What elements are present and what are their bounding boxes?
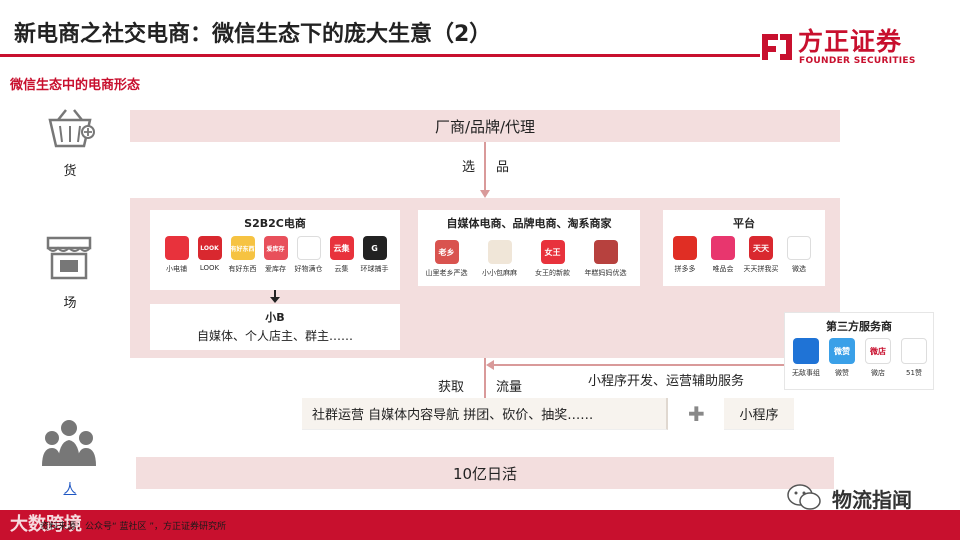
traffic-label: 流量 — [496, 380, 523, 395]
app-logo-icon: LOOK — [197, 236, 222, 260]
app-label: 拼多多 — [674, 265, 696, 273]
app-item: 51赞 — [896, 338, 932, 378]
app-logo-icon: 有好东西 — [230, 236, 255, 260]
dau-band: 10亿日活 — [136, 457, 834, 489]
third-party-title: 第三方服务商 — [826, 320, 892, 333]
founder-logo-icon — [762, 34, 792, 60]
people-icon — [42, 420, 96, 466]
s2b2c-app-list: 小电铺 LOOK LOOK 有好东西 有好东西 爱库存 爱库存 好物满仓 云集 云集 G 环球捕手 — [160, 236, 400, 286]
app-item: 爱库存 爱库存 — [259, 236, 292, 274]
app-logo-icon — [296, 236, 321, 260]
app-logo-icon: 云集 — [329, 236, 354, 260]
app-label: 小小包麻麻 — [482, 269, 517, 277]
platform-app-list: 拼多多 唯品会 天天 天天拼我买 微选 — [666, 236, 826, 284]
s2b2c-title: S2B2C电商 — [244, 217, 306, 230]
service-arrow-line — [492, 364, 784, 366]
small-b-title: 小B — [265, 311, 285, 324]
app-logo-icon — [901, 338, 927, 364]
section-subtitle: 微信生态中的电商形态 — [10, 78, 141, 93]
app-item: 老乡 山里老乡严选 — [420, 240, 473, 278]
app-logo-icon — [164, 236, 189, 260]
app-item: 好物满仓 — [292, 236, 325, 274]
app-item: 小电铺 — [160, 236, 193, 274]
acquire-label: 获取 — [438, 380, 465, 395]
third-party-app-list: 无敌事组 微赞 微赞 微店 微店 51赞 — [788, 338, 934, 388]
app-label: 环球捕手 — [360, 265, 389, 273]
app-item: 无敌事组 — [788, 338, 824, 378]
app-item: LOOK LOOK — [193, 236, 226, 272]
logo-text-cn: 方正证券 — [798, 27, 903, 56]
app-item: 微选 — [780, 236, 818, 274]
goods-label: 货 — [63, 164, 77, 179]
app-logo-icon: 爱库存 — [263, 236, 288, 260]
smallb-arrow-head — [270, 297, 280, 303]
app-label: 山里老乡严选 — [425, 269, 468, 277]
media-app-list: 老乡 山里老乡严选 小小包麻麻 女王 女王的新款 年糕妈妈优选 — [420, 240, 640, 284]
brand-watermark: 物流指闻 — [832, 488, 912, 512]
traffic-arrow-line — [484, 358, 486, 398]
app-label: 微赞 — [835, 369, 849, 377]
app-item: 有好东西 有好东西 — [226, 236, 259, 274]
platform-title: 平台 — [733, 217, 755, 230]
app-label: 无敌事组 — [792, 369, 820, 377]
miniprogram-box: 小程序 — [724, 398, 794, 430]
app-label: 云集 — [334, 265, 349, 273]
app-item: G 环球捕手 — [358, 236, 391, 274]
app-logo-icon: 女王 — [540, 240, 565, 264]
app-logo-icon: 微赞 — [829, 338, 855, 364]
app-logo-icon: 微店 — [865, 338, 891, 364]
small-b-desc: 自媒体、个人店主、群主…… — [196, 329, 353, 343]
app-item: 年糕妈妈优选 — [579, 240, 632, 278]
logo-text-en: FOUNDER SECURITIES — [799, 56, 916, 66]
app-item: 小小包麻麻 — [473, 240, 526, 278]
manufacturer-band: 厂商/品牌/代理 — [130, 110, 840, 142]
app-item: 微店 微店 — [860, 338, 896, 378]
app-label: 微店 — [871, 369, 885, 377]
app-label: 爱库存 — [265, 265, 286, 273]
app-item: 天天 天天拼我买 — [742, 236, 780, 274]
app-label: 微选 — [792, 265, 806, 273]
app-label: 51赞 — [906, 369, 922, 377]
select-arrow-head — [480, 190, 490, 198]
app-item: 云集 云集 — [325, 236, 358, 274]
app-logo-icon: 老乡 — [434, 240, 459, 264]
app-item: 微赞 微赞 — [824, 338, 860, 378]
app-logo-icon — [793, 338, 819, 364]
page-title: 新电商之社交电商：微信生态下的庞大生意（2） — [14, 22, 492, 47]
select-arrow-line — [484, 142, 486, 190]
app-logo-icon — [787, 236, 811, 260]
app-label: LOOK — [199, 264, 220, 272]
field-label: 场 — [63, 296, 77, 311]
app-item: 拼多多 — [666, 236, 704, 274]
app-label: 女王的新款 — [535, 269, 570, 277]
app-label: 年糕妈妈优选 — [584, 269, 627, 277]
app-logo-icon — [593, 240, 618, 264]
app-item: 唯品会 — [704, 236, 742, 274]
app-logo-icon — [487, 240, 512, 264]
basket-icon — [48, 109, 95, 148]
app-logo-icon — [673, 236, 697, 260]
source-note: 资料来源：公众号“ 蓝社区 ”，方正证券研究所 — [40, 522, 227, 532]
operations-box: 社群运营 自媒体内容导航 拼团、砍价、抽奖…… — [302, 398, 668, 430]
app-logo-icon: 天天 — [749, 236, 773, 260]
app-label: 有好东西 — [228, 265, 257, 273]
media-title: 自媒体电商、品牌电商、淘系商家 — [446, 217, 612, 230]
app-label: 天天拼我买 — [743, 265, 779, 273]
app-label: 小电铺 — [166, 265, 187, 273]
app-label: 好物满仓 — [294, 265, 323, 273]
store-icon — [46, 236, 92, 280]
service-arrow-head — [486, 360, 494, 370]
title-divider — [0, 54, 760, 57]
select-label-a: 选 — [462, 160, 476, 175]
app-logo-icon — [711, 236, 735, 260]
wechat-icon — [787, 484, 821, 510]
people-label: 人 — [63, 482, 77, 497]
app-item: 女王 女王的新款 — [526, 240, 579, 278]
small-b-card: 小B 自媒体、个人店主、群主…… — [150, 304, 400, 350]
app-label: 唯品会 — [712, 265, 734, 273]
plus-icon: ✚ — [688, 402, 705, 426]
service-label: 小程序开发、运营辅助服务 — [588, 374, 745, 389]
select-label-b: 品 — [496, 160, 510, 175]
app-logo-icon: G — [362, 236, 387, 260]
